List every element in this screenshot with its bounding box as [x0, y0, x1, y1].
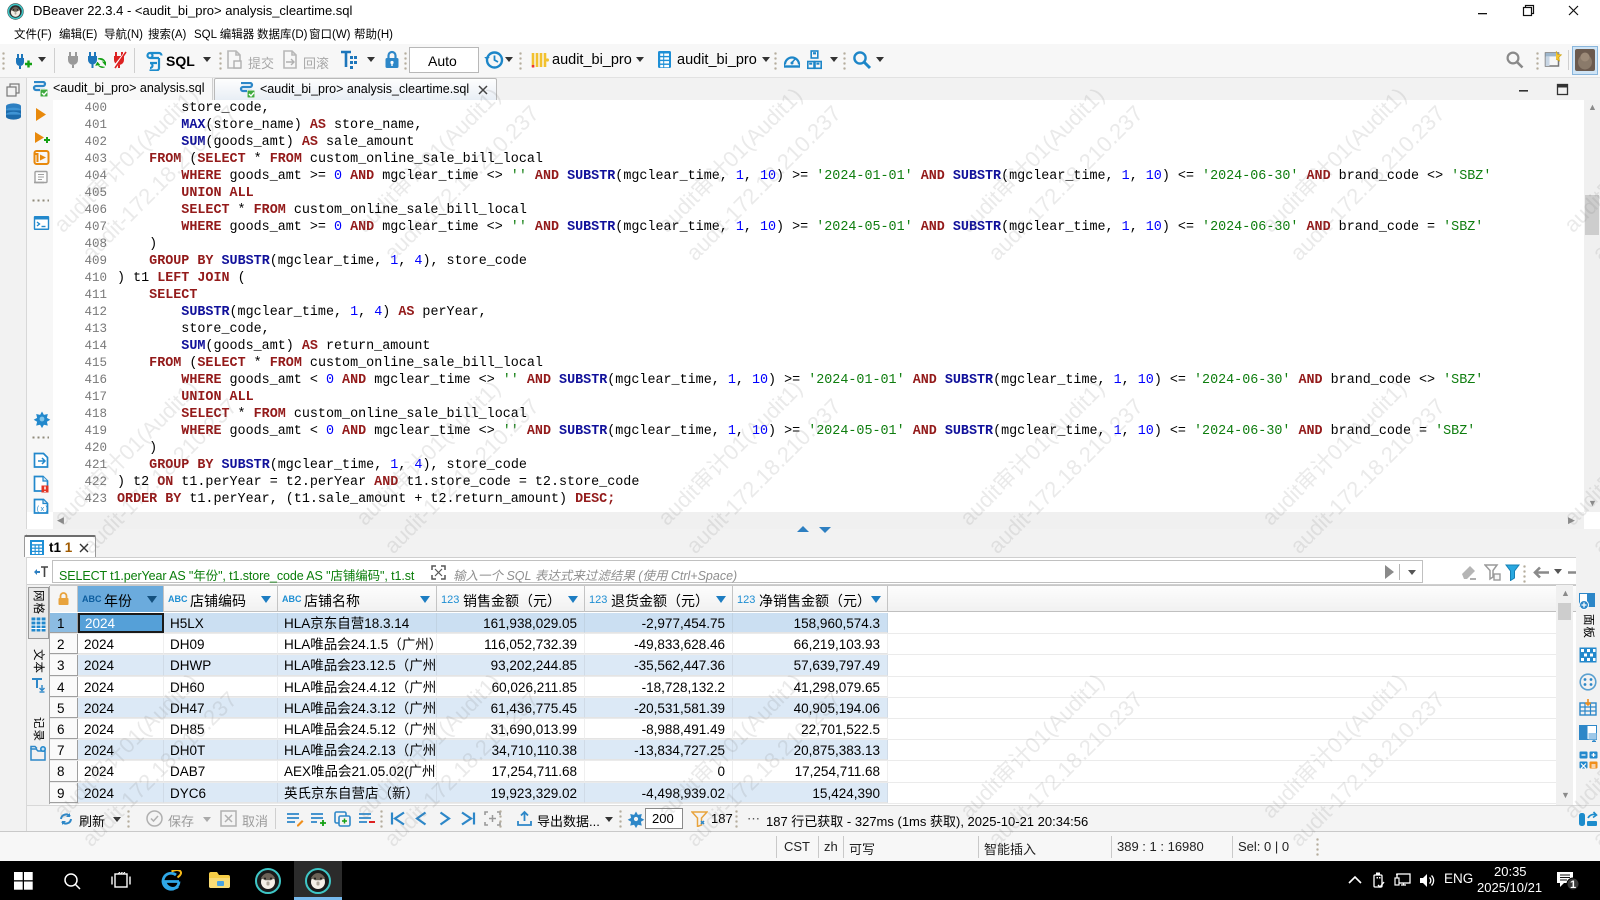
- svg-text:(x): (x): [36, 506, 49, 514]
- svg-text:1: 1: [1570, 879, 1576, 891]
